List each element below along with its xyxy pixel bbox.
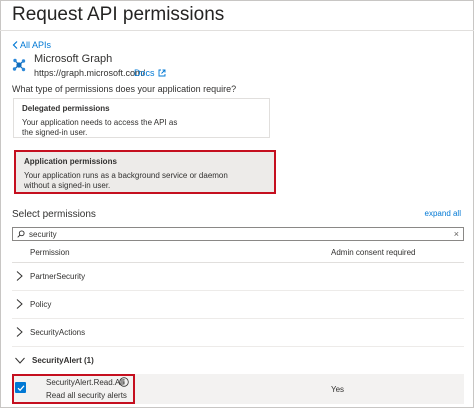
expand-all-link[interactable]: expand all — [425, 209, 461, 218]
delegated-permissions-description: Your application needs to access the API… — [22, 118, 178, 137]
permission-type-question: What type of permissions does your appli… — [12, 84, 237, 94]
permission-name: SecurityAlert.Read.All — [46, 378, 124, 387]
permission-column-header: Permission — [30, 247, 70, 257]
permission-search-input[interactable] — [29, 229, 450, 239]
application-permissions-description: Your application runs as a background se… — [24, 171, 228, 190]
api-name: Microsoft Graph — [34, 53, 113, 65]
select-permissions-heading: Select permissions — [12, 209, 96, 220]
all-apis-label: All APIs — [20, 40, 52, 50]
permission-search-box: × — [12, 227, 464, 241]
search-icon — [17, 230, 25, 238]
api-url: https://graph.microsoft.com/ — [34, 68, 146, 78]
group-label: SecurityAlert (1) — [32, 355, 94, 365]
all-apis-link[interactable]: All APIs — [12, 40, 51, 50]
row-divider — [12, 318, 464, 319]
checkmark-icon — [17, 384, 24, 391]
title-divider — [0, 30, 474, 31]
permission-admin-consent: Yes — [331, 385, 345, 394]
delegated-permissions-card[interactable]: Delegated permissions Your application n… — [13, 98, 270, 138]
external-link-icon — [158, 69, 165, 77]
group-label: PartnerSecurity — [30, 271, 86, 281]
group-label: SecurityActions — [30, 327, 86, 337]
header-divider — [12, 262, 464, 263]
docs-link[interactable]: Docs — [134, 68, 166, 78]
chevron-down-icon — [15, 357, 25, 364]
permission-group-securityactions[interactable]: SecurityActions — [12, 322, 464, 342]
delegated-permissions-title: Delegated permissions — [22, 104, 110, 113]
permission-group-securityalert[interactable]: SecurityAlert (1) — [12, 350, 464, 370]
permission-description: Read all security alerts — [46, 391, 127, 400]
info-icon[interactable] — [119, 377, 129, 387]
chevron-left-icon — [12, 41, 18, 49]
group-label: Policy — [30, 299, 52, 309]
chevron-right-icon — [16, 299, 23, 309]
row-divider — [12, 346, 464, 347]
chevron-right-icon — [16, 327, 23, 337]
microsoft-graph-logo — [12, 58, 26, 72]
row-divider — [12, 290, 464, 291]
close-icon[interactable]: × — [454, 229, 459, 239]
chevron-right-icon — [16, 271, 23, 281]
permission-group-policy[interactable]: Policy — [12, 294, 464, 314]
permission-group-partnersecurity[interactable]: PartnerSecurity — [12, 266, 464, 286]
page-title: Request API permissions — [12, 4, 225, 25]
docs-label: Docs — [134, 68, 155, 78]
application-permissions-title: Application permissions — [24, 157, 117, 166]
admin-consent-column-header: Admin consent required — [331, 247, 416, 257]
application-permissions-card[interactable]: Application permissions Your application… — [14, 150, 276, 194]
permission-checkbox[interactable] — [15, 382, 26, 393]
